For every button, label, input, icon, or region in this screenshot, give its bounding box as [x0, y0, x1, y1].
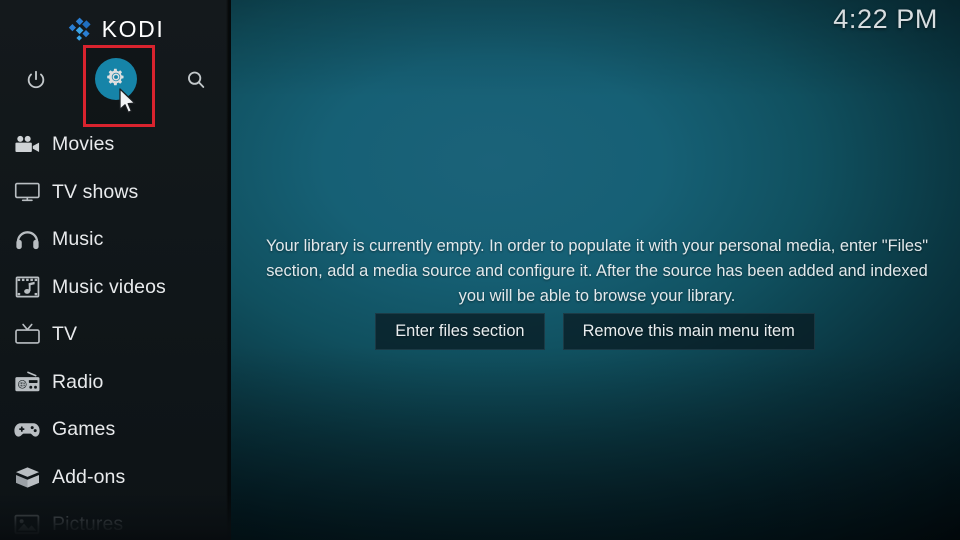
sidebar-item-movies[interactable]: Movies	[0, 121, 231, 169]
main-menu: Movies TV shows Music Music videos TV Ra…	[0, 121, 231, 540]
sidebar-item-label: TV	[52, 323, 78, 345]
kodi-logo-icon	[67, 17, 93, 41]
remove-main-menu-item-button[interactable]: Remove this main menu item	[562, 313, 815, 350]
sidebar-item-radio[interactable]: Radio	[0, 359, 231, 407]
picture-icon	[10, 510, 44, 540]
search-icon	[185, 69, 207, 91]
clock: 4:22 PM	[833, 4, 938, 34]
action-button-row: Enter files section Remove this main men…	[230, 313, 960, 350]
sidebar-item-label: Music	[52, 228, 104, 250]
app-logo: KODI	[0, 12, 231, 46]
radio-icon	[10, 367, 44, 397]
sidebar-item-label: Games	[52, 418, 116, 440]
gamepad-icon	[10, 415, 44, 445]
sidebar-item-label: TV shows	[52, 180, 139, 203]
search-button[interactable]	[176, 60, 216, 100]
sidebar-item-add-ons[interactable]: Add-ons	[0, 454, 231, 502]
tv-antenna-icon	[10, 320, 44, 350]
film-note-icon	[10, 272, 44, 302]
sidebar-item-tv[interactable]: TV	[0, 311, 231, 359]
sidebar-item-label: Radio	[52, 370, 104, 393]
power-button[interactable]	[16, 60, 56, 100]
main-panel: Your library is currently empty. In orde…	[230, 0, 960, 540]
empty-library-message: Your library is currently empty. In orde…	[265, 237, 929, 305]
sidebar-item-pictures[interactable]: Pictures	[0, 501, 231, 540]
tv-monitor-icon	[10, 177, 44, 207]
kodi-home-screen: 4:22 PM Your library is currently empty.…	[0, 0, 960, 540]
sidebar-item-music[interactable]: Music	[0, 216, 231, 264]
sidebar-item-music-videos[interactable]: Music videos	[0, 264, 231, 312]
movie-camera-icon	[10, 130, 44, 160]
open-box-icon	[10, 462, 44, 492]
enter-files-section-button[interactable]: Enter files section	[375, 313, 545, 350]
power-icon	[25, 69, 47, 91]
sidebar-item-label: Music videos	[52, 275, 166, 298]
sidebar-item-tv-shows[interactable]: TV shows	[0, 169, 231, 217]
headphones-icon	[10, 225, 44, 255]
sidebar-item-label: Movies	[52, 133, 115, 155]
sidebar-item-label: Pictures	[52, 513, 124, 535]
sidebar-item-label: Add-ons	[52, 465, 126, 488]
app-brand-name: KODI	[101, 15, 165, 42]
mouse-pointer-icon	[118, 88, 138, 116]
sidebar-item-games[interactable]: Games	[0, 406, 231, 454]
